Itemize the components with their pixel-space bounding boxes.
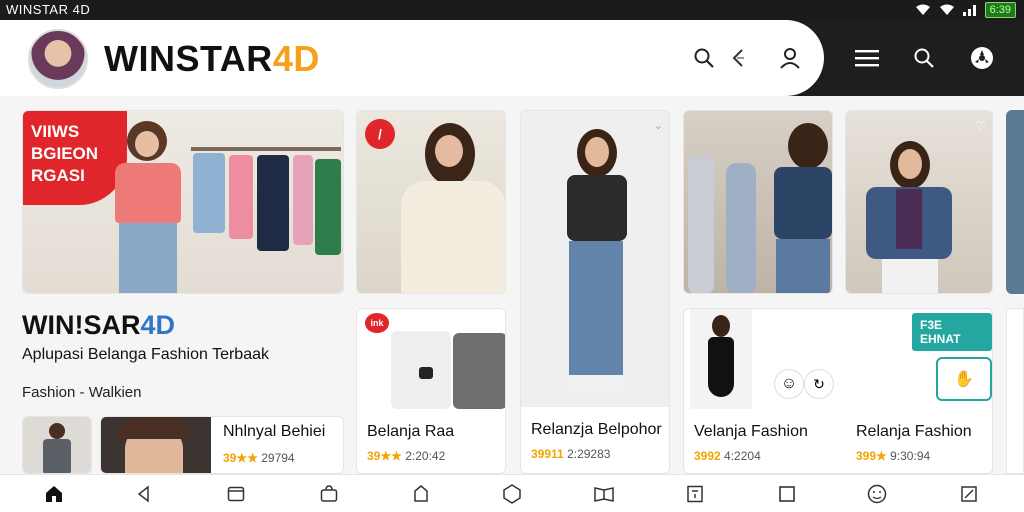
book-icon[interactable] <box>593 483 615 505</box>
rating-stars: 399★ <box>856 449 887 463</box>
user-icon[interactable] <box>776 44 804 72</box>
back-icon[interactable] <box>133 483 155 505</box>
rating-value: 2:20:42 <box>405 449 446 463</box>
wifi-icon <box>939 4 954 15</box>
promo-brand: WIN!SAR4D <box>22 310 175 341</box>
product-title: Relanja Fashion <box>856 423 972 440</box>
product-rating: 39★★ 2:20:42 <box>367 449 445 463</box>
tab-icon[interactable] <box>225 483 247 505</box>
product-title: Belanja Raa <box>367 423 455 440</box>
rack-shirt <box>257 155 289 251</box>
search-icon[interactable] <box>908 42 940 74</box>
brand-logo: WINSTAR4D <box>104 38 320 80</box>
product-title: Velanja Fashion <box>694 423 808 440</box>
clothes-rack <box>191 147 341 151</box>
status-bar: WINSTAR 4D 6:39 <box>0 0 1024 20</box>
rating-value: 4:2204 <box>724 449 761 463</box>
rack-shirt <box>315 159 341 255</box>
edit-icon[interactable] <box>958 483 980 505</box>
search-icon[interactable] <box>690 44 718 72</box>
rating-value: 9:30:94 <box>890 449 931 463</box>
wifi-icon <box>915 4 930 15</box>
face-icon[interactable] <box>866 483 888 505</box>
signal-icon <box>962 5 976 16</box>
product-card[interactable]: / <box>356 110 506 294</box>
product-card[interactable]: ⌄ Relanzja Belpohor 39911 2:29283 <box>520 110 670 474</box>
product-rating: 39911 2:29283 <box>531 447 610 461</box>
promo-badge-line: BGIEON <box>31 144 99 163</box>
dialog-icon[interactable] <box>684 483 706 505</box>
product-rating: 39★★ 29794 <box>223 451 295 465</box>
circle-icon[interactable] <box>501 483 523 505</box>
app-header: WINSTAR4D <box>0 20 1024 96</box>
next-card-sliver[interactable] <box>1006 110 1024 294</box>
heart-icon[interactable]: ♡ <box>975 119 986 133</box>
promo-photo: VIIWS BGIEON RGASI <box>23 111 343 293</box>
promo-tagline: Aplupasi Belanga Fashion Terbaak <box>22 346 269 363</box>
brand-main: WINSTAR <box>104 38 273 79</box>
rating-value: 29794 <box>261 451 295 465</box>
rating-stars: 39911 <box>531 447 564 461</box>
bookmark-icon[interactable] <box>410 483 432 505</box>
status-title: WINSTAR 4D <box>6 2 91 17</box>
header-bar: WINSTAR4D <box>0 20 824 96</box>
avatar[interactable] <box>28 29 88 89</box>
edit-icon[interactable]: / <box>365 119 395 149</box>
promo-brand-main: WIN!SAR <box>22 310 141 340</box>
bag-icon[interactable] <box>318 483 340 505</box>
product-rating: 3992 4:2204 <box>694 449 761 463</box>
battery-indicator: 6:39 <box>984 2 1016 18</box>
product-card[interactable]: ☺ ↻ F3E EHNAT ✋ Velanja Fashion 3992 4:2… <box>683 308 993 474</box>
rating-value: 2:29283 <box>567 447 611 461</box>
bottom-navigation <box>0 474 1024 512</box>
thumbnail[interactable] <box>22 416 92 474</box>
face-icon[interactable]: ☺ <box>774 369 804 399</box>
product-grid: VIIWS BGIEON RGASI WIN!SAR4D Aplupasi Be… <box>0 96 1024 474</box>
rack-shirt <box>229 155 253 239</box>
rack-shirt <box>293 155 313 245</box>
product-title: Nhlnyal Behiei <box>223 423 326 440</box>
promo-subline: Fashion - Walkien <box>22 384 142 401</box>
promo-badge-line: VIIWS <box>31 122 80 141</box>
next-card-sliver[interactable] <box>1006 308 1024 474</box>
product-card[interactable]: ♡ <box>845 110 993 294</box>
promo-badge-line: RGASI <box>31 166 85 185</box>
promo-brand-accent: 4D <box>140 310 175 340</box>
square-icon[interactable] <box>776 483 798 505</box>
share-icon[interactable] <box>724 44 752 72</box>
product-title: Relanzja Belpohor <box>531 421 662 438</box>
rating-stars: 39★★ <box>223 451 258 465</box>
model-top <box>115 163 181 223</box>
product-card[interactable]: Nhlnyal Behiei 39★★ 29794 <box>100 416 344 474</box>
brand-accent: 4D <box>272 38 320 79</box>
rating-stars: 39★★ <box>367 449 402 463</box>
model-face <box>135 131 159 157</box>
teal-button[interactable]: F3E EHNAT <box>912 313 992 351</box>
menu-icon[interactable] <box>851 42 883 74</box>
rating-stars: 3992 <box>694 449 721 463</box>
hand-icon[interactable]: ✋ <box>936 357 992 401</box>
settings-icon[interactable] <box>966 42 998 74</box>
product-card[interactable] <box>683 110 833 294</box>
rack-shirt <box>193 153 225 233</box>
small-badge: ink <box>365 313 389 333</box>
promo-banner[interactable]: VIIWS BGIEON RGASI <box>22 110 344 294</box>
chevron-down-icon[interactable]: ⌄ <box>654 119 663 132</box>
product-rating: 399★ 9:30:94 <box>856 449 930 463</box>
refresh-icon[interactable]: ↻ <box>804 369 834 399</box>
promo-badge: VIIWS BGIEON RGASI <box>23 111 127 205</box>
home-icon[interactable] <box>43 483 65 505</box>
product-card[interactable]: ink Belanja Raa 39★★ 2:20:42 <box>356 308 506 474</box>
status-indicators: 6:39 <box>915 2 1016 18</box>
model-jeans <box>119 223 177 293</box>
